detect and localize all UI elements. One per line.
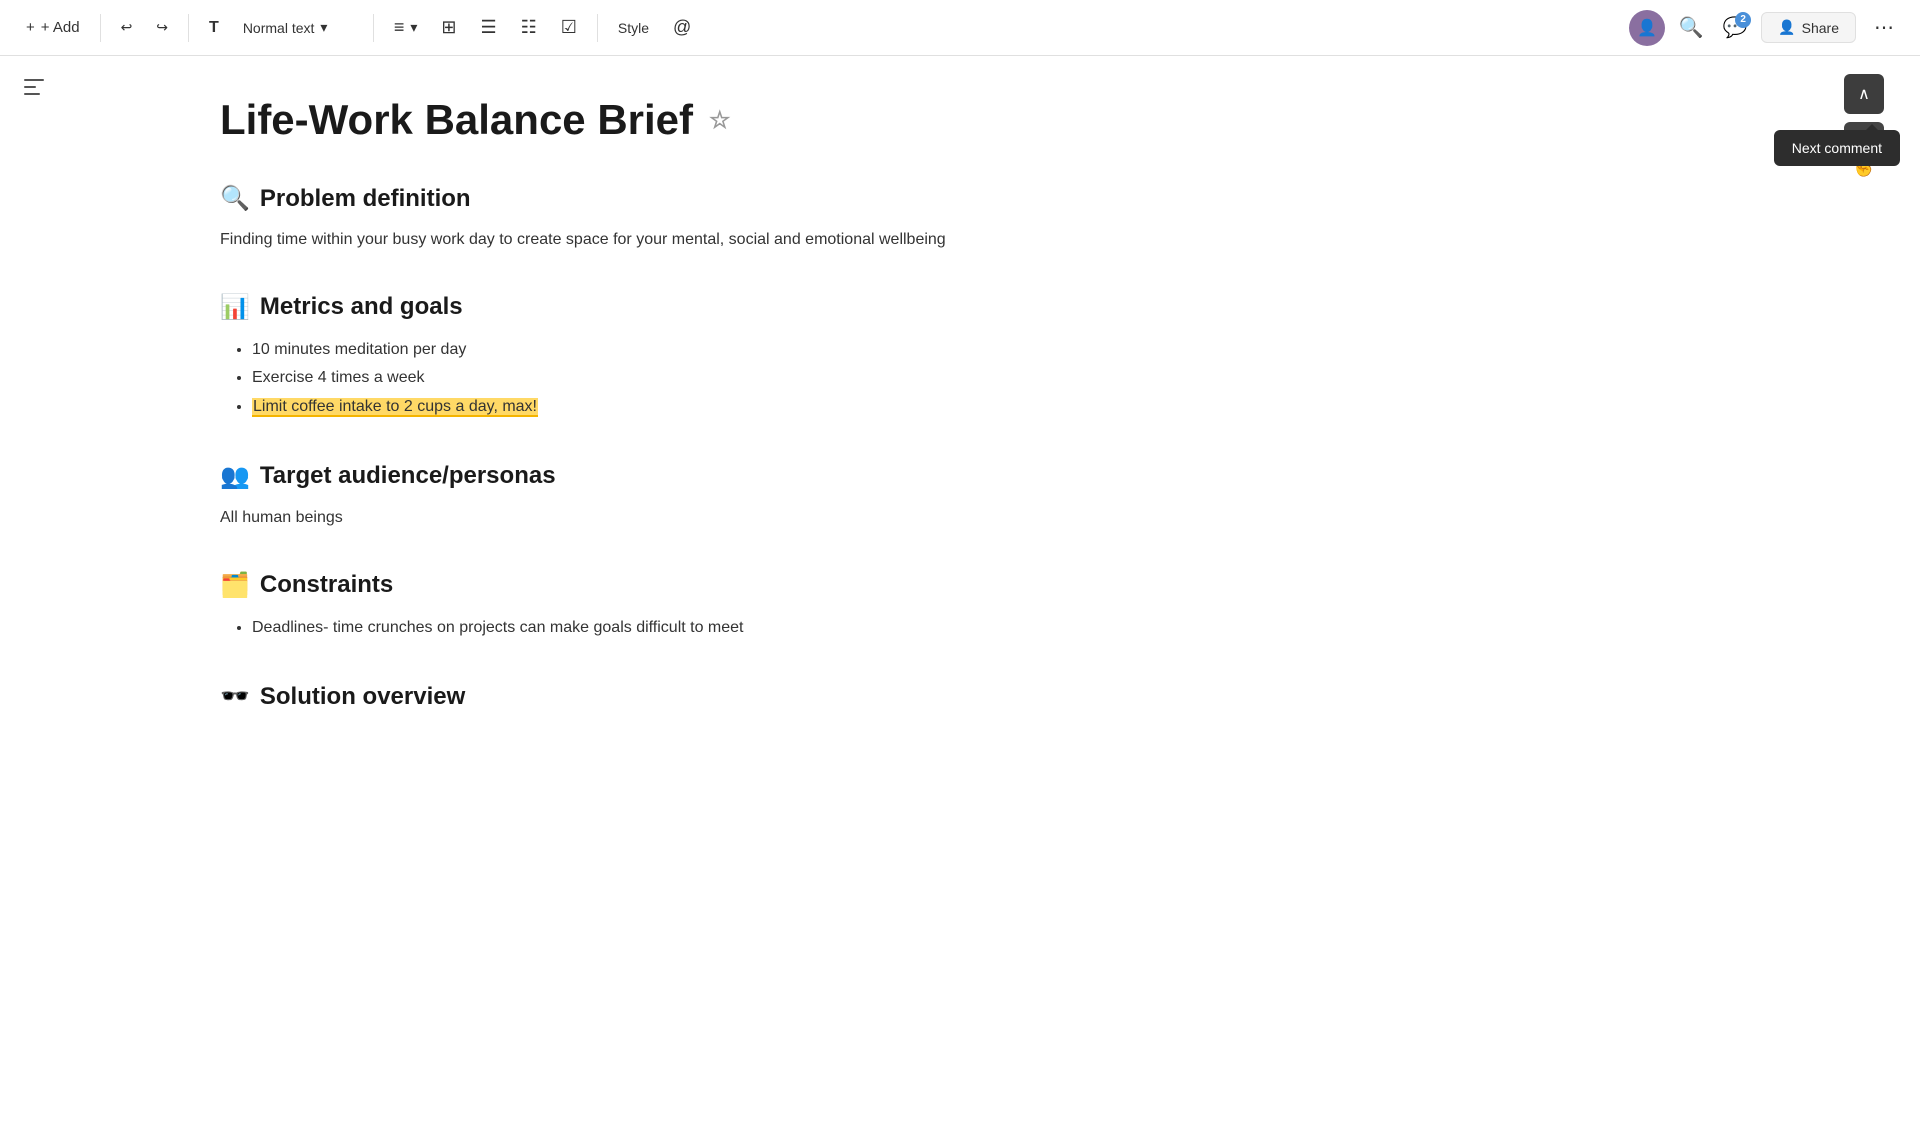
divider-2 bbox=[188, 14, 189, 42]
search-icon: 🔍 bbox=[1679, 15, 1704, 40]
add-label: + Add bbox=[41, 19, 80, 36]
section-metrics-title: Metrics and goals bbox=[260, 293, 463, 321]
section-solution-heading: 🕶️ Solution overview bbox=[220, 682, 1200, 711]
sidebar-icon bbox=[24, 78, 44, 102]
problem-emoji-icon: 🔍 bbox=[220, 184, 250, 213]
document-title-row: Life-Work Balance Brief ☆ bbox=[220, 96, 1200, 144]
avatar-initials: 👤 bbox=[1637, 18, 1657, 38]
constraints-emoji-icon: 🗂️ bbox=[220, 571, 250, 600]
section-solution-title: Solution overview bbox=[260, 683, 465, 711]
dropdown-icon: ▾ bbox=[320, 19, 327, 36]
section-constraints-heading: 🗂️ Constraints bbox=[220, 571, 1200, 600]
section-constraints-title: Constraints bbox=[260, 571, 393, 599]
audience-emoji-icon: 👥 bbox=[220, 462, 250, 491]
comments-button[interactable]: 💬 2 bbox=[1717, 10, 1753, 46]
section-problem-text: Finding time within your busy work day t… bbox=[220, 227, 1200, 253]
share-icon: 👤 bbox=[1778, 19, 1795, 36]
list-item: Limit coffee intake to 2 cups a day, max… bbox=[252, 393, 1200, 422]
constraint-text-1: Deadlines- time crunches on projects can… bbox=[252, 619, 744, 636]
section-solution: 🕶️ Solution overview bbox=[220, 682, 1200, 711]
table-icon: ⊞ bbox=[441, 17, 456, 38]
highlighted-text: Limit coffee intake to 2 cups a day, max… bbox=[252, 398, 538, 417]
numbered-list-icon: ☷ bbox=[521, 17, 537, 38]
redo-button[interactable]: ↪ bbox=[146, 10, 178, 46]
prev-comment-button[interactable]: ∧ bbox=[1844, 74, 1884, 114]
checklist-icon: ☑ bbox=[561, 17, 577, 38]
checklist-button[interactable]: ☑ bbox=[551, 10, 587, 46]
list-item: Exercise 4 times a week bbox=[252, 364, 1200, 393]
style-button[interactable]: Style bbox=[608, 10, 659, 46]
align-dropdown-icon: ▾ bbox=[410, 19, 417, 36]
section-audience-title: Target audience/personas bbox=[260, 462, 556, 490]
mention-button[interactable]: @ bbox=[663, 10, 701, 46]
section-metrics: 📊 Metrics and goals 10 minutes meditatio… bbox=[220, 293, 1200, 422]
section-problem-heading: 🔍 Problem definition bbox=[220, 184, 1200, 213]
section-audience: 👥 Target audience/personas All human bei… bbox=[220, 462, 1200, 531]
toolbar: + + Add ↩ ↪ T Normal text ▾ ≡ ▾ ⊞ ☰ ☷ ☑ … bbox=[0, 0, 1920, 56]
divider-4 bbox=[597, 14, 598, 42]
more-options-button[interactable]: ⋯ bbox=[1864, 10, 1904, 46]
mention-icon: @ bbox=[673, 17, 691, 38]
undo-button[interactable]: ↩ bbox=[111, 10, 143, 46]
bullet-text-2: Exercise 4 times a week bbox=[252, 369, 425, 386]
section-audience-heading: 👥 Target audience/personas bbox=[220, 462, 1200, 491]
numbered-list-button[interactable]: ☷ bbox=[511, 10, 547, 46]
list-item: 10 minutes meditation per day bbox=[252, 336, 1200, 365]
next-comment-tooltip: Next comment bbox=[1774, 130, 1900, 166]
section-problem: 🔍 Problem definition Finding time within… bbox=[220, 184, 1200, 253]
notifications-button[interactable]: 🔍 bbox=[1673, 10, 1709, 46]
tooltip-container: Next comment bbox=[1774, 130, 1900, 166]
tooltip-text: Next comment bbox=[1792, 140, 1882, 156]
table-button[interactable]: ⊞ bbox=[431, 10, 466, 46]
bullet-list-icon: ☰ bbox=[480, 17, 496, 38]
document-content: Life-Work Balance Brief ☆ 🔍 Problem defi… bbox=[0, 56, 1200, 1080]
notification-badge: 2 bbox=[1735, 12, 1751, 28]
metrics-bullet-list: 10 minutes meditation per day Exercise 4… bbox=[220, 336, 1200, 422]
chevron-up-icon: ∧ bbox=[1858, 84, 1870, 104]
favorite-star-icon[interactable]: ☆ bbox=[709, 106, 731, 135]
section-problem-title: Problem definition bbox=[260, 185, 471, 213]
section-audience-text: All human beings bbox=[220, 505, 1200, 531]
text-format-button[interactable]: T bbox=[199, 10, 229, 46]
list-item: Deadlines- time crunches on projects can… bbox=[252, 614, 1200, 643]
sidebar-toggle-button[interactable] bbox=[16, 72, 52, 108]
avatar[interactable]: 👤 bbox=[1629, 10, 1665, 46]
bullet-text-1: 10 minutes meditation per day bbox=[252, 341, 466, 358]
more-icon: ⋯ bbox=[1874, 15, 1894, 40]
undo-icon: ↩ bbox=[121, 19, 133, 36]
toolbar-right: 👤 🔍 💬 2 👤 Share ⋯ bbox=[1629, 10, 1904, 46]
align-button[interactable]: ≡ ▾ bbox=[384, 10, 428, 46]
constraints-bullet-list: Deadlines- time crunches on projects can… bbox=[220, 614, 1200, 643]
text-format-icon: T bbox=[209, 19, 219, 37]
divider-1 bbox=[100, 14, 101, 42]
section-constraints: 🗂️ Constraints Deadlines- time crunches … bbox=[220, 571, 1200, 643]
document-title: Life-Work Balance Brief bbox=[220, 96, 693, 144]
solution-emoji-icon: 🕶️ bbox=[220, 682, 250, 711]
add-button[interactable]: + + Add bbox=[16, 13, 90, 42]
style-label: Style bbox=[618, 20, 649, 36]
divider-3 bbox=[373, 14, 374, 42]
metrics-emoji-icon: 📊 bbox=[220, 293, 250, 322]
share-button[interactable]: 👤 Share bbox=[1761, 12, 1856, 43]
align-icon: ≡ bbox=[394, 17, 405, 38]
section-metrics-heading: 📊 Metrics and goals bbox=[220, 293, 1200, 322]
text-style-label: Normal text bbox=[243, 20, 315, 36]
bullet-list-button[interactable]: ☰ bbox=[470, 10, 506, 46]
text-style-dropdown[interactable]: Normal text ▾ bbox=[233, 13, 363, 42]
redo-icon: ↪ bbox=[156, 19, 168, 36]
plus-icon: + bbox=[26, 19, 35, 36]
share-label: Share bbox=[1802, 20, 1839, 36]
